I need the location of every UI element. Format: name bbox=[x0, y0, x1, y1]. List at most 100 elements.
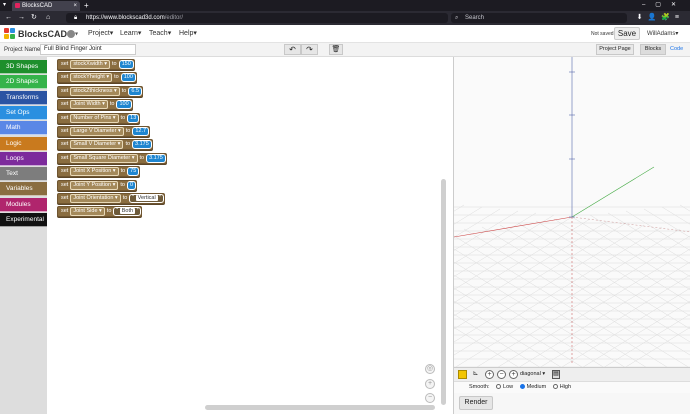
category-loops[interactable]: Loops bbox=[0, 151, 47, 166]
block-to-label: to bbox=[120, 114, 126, 121]
category-text[interactable]: Text bbox=[0, 167, 47, 182]
user-name: WillAdams bbox=[647, 31, 676, 37]
variable-dropdown[interactable]: stockYheight ▾ bbox=[70, 73, 113, 83]
category-3d-shapes[interactable]: 3D Shapes bbox=[0, 60, 47, 74]
variable-dropdown[interactable]: Number of Pins ▾ bbox=[70, 113, 119, 123]
set-variable-block[interactable]: set stockXwidth ▾ to 150 bbox=[57, 59, 135, 70]
set-variable-block[interactable]: set Large V Diameter ▾ to 12.7 bbox=[57, 126, 151, 137]
set-variable-block[interactable]: set stockZthickness ▾ to 6.5 bbox=[57, 85, 144, 97]
category-math[interactable]: Math bbox=[0, 121, 47, 136]
variable-dropdown[interactable]: Large V Diameter ▾ bbox=[70, 127, 124, 136]
set-variable-block[interactable]: set Joint Orientation ▾ to “ Vertical ” bbox=[57, 193, 166, 204]
set-variable-block[interactable]: set Joint X Position ▾ to 75 bbox=[57, 166, 141, 178]
toolbar-icons[interactable]: ⬇👤🧩≡ bbox=[637, 12, 684, 24]
variable-dropdown[interactable]: Joint Width ▾ bbox=[70, 100, 108, 110]
tab-code[interactable]: Code bbox=[670, 44, 683, 55]
workspace-horizontal-scrollbar[interactable] bbox=[205, 405, 435, 410]
number-value-block[interactable]: 3.175 bbox=[132, 140, 152, 150]
category-experimental[interactable]: Experimental bbox=[0, 213, 47, 227]
string-value-block[interactable]: “ Both ” bbox=[113, 207, 142, 217]
browser-tab-bar: ▾ BlocksCAD × + ‒▢✕ bbox=[0, 0, 690, 11]
close-tab-icon[interactable]: × bbox=[73, 1, 77, 11]
smooth-high-radio[interactable] bbox=[552, 384, 558, 389]
view-reset-icon[interactable]: + bbox=[509, 370, 518, 379]
new-tab-button[interactable]: + bbox=[84, 0, 89, 11]
block-to-label: to bbox=[106, 208, 112, 215]
3d-viewport[interactable] bbox=[59, 57, 690, 406]
category-modules[interactable]: Modules bbox=[0, 197, 47, 212]
variable-dropdown[interactable]: Joint Y Position ▾ bbox=[70, 180, 119, 190]
home-icon[interactable]: ⌂ bbox=[46, 12, 50, 24]
string-value-text[interactable]: Vertical bbox=[135, 195, 158, 201]
number-value-block[interactable]: 100 bbox=[120, 73, 136, 83]
number-value-block[interactable]: 150 bbox=[118, 60, 134, 69]
variable-dropdown[interactable]: Small V Diameter ▾ bbox=[70, 140, 124, 150]
category-set-ops[interactable]: Set Ops bbox=[0, 105, 47, 120]
project-page-button[interactable]: Project Page bbox=[596, 44, 634, 55]
menu-help[interactable]: Help▾ bbox=[179, 29, 197, 39]
zoom-out-icon[interactable]: − bbox=[425, 393, 435, 403]
user-menu[interactable]: WillAdams▾ bbox=[647, 29, 678, 39]
smooth-medium-label: Medium bbox=[526, 384, 547, 390]
number-value-block[interactable]: 13 bbox=[127, 113, 140, 123]
menu-teach[interactable]: Teach▾ bbox=[149, 29, 171, 39]
set-variable-block[interactable]: set Joint Y Position ▾ to 0 bbox=[57, 179, 138, 191]
variable-dropdown[interactable]: stockZthickness ▾ bbox=[70, 86, 120, 96]
number-value-block[interactable]: 6.5 bbox=[128, 86, 143, 96]
render-button[interactable]: Render bbox=[459, 396, 493, 410]
zoom-reset-icon[interactable]: ◎ bbox=[425, 364, 435, 374]
language-selector[interactable]: ▾ bbox=[67, 30, 78, 38]
view-select[interactable]: diagonal ▾ bbox=[520, 370, 545, 379]
search-bar[interactable]: ⌕ Search bbox=[451, 13, 627, 23]
menu-learn[interactable]: Learn▾ bbox=[120, 29, 141, 39]
variable-dropdown[interactable]: Small Square Diameter ▾ bbox=[70, 153, 138, 163]
variable-dropdown[interactable]: Joint Side ▾ bbox=[70, 207, 105, 217]
trash-button[interactable]: 🗑︎ bbox=[329, 44, 343, 55]
redo-button[interactable]: ↷ bbox=[301, 44, 318, 55]
variable-dropdown[interactable]: Joint Orientation ▾ bbox=[70, 194, 121, 203]
undo-button[interactable]: ↶ bbox=[284, 44, 301, 55]
browser-tab[interactable]: BlocksCAD × bbox=[12, 1, 80, 11]
project-name-input[interactable]: Full Blind Finger Joint bbox=[40, 44, 136, 55]
string-value-text[interactable]: Both bbox=[119, 208, 136, 215]
set-variable-block[interactable]: set Small Square Diameter ▾ to 3.175 bbox=[57, 152, 167, 164]
zoom-in-render-icon[interactable]: + bbox=[485, 370, 494, 379]
variable-dropdown[interactable]: Joint X Position ▾ bbox=[70, 167, 119, 177]
string-value-block[interactable]: “ Vertical ” bbox=[129, 194, 165, 203]
menu-help-label: Help bbox=[179, 30, 194, 37]
back-icon[interactable]: ← bbox=[5, 12, 12, 24]
workspace-vertical-scrollbar[interactable] bbox=[441, 179, 446, 405]
number-value-block[interactable]: 12.7 bbox=[132, 127, 150, 136]
number-value-block[interactable]: 0 bbox=[126, 180, 137, 190]
forward-icon[interactable]: → bbox=[18, 12, 25, 24]
smooth-medium-radio[interactable] bbox=[519, 384, 525, 389]
category-variables[interactable]: Variables bbox=[0, 182, 47, 197]
smooth-low-radio[interactable] bbox=[496, 384, 502, 389]
set-variable-block[interactable]: set Small V Diameter ▾ to 3.175 bbox=[57, 139, 153, 151]
axes-icon[interactable]: ⊾ bbox=[471, 370, 480, 379]
menu-project[interactable]: Project▾ bbox=[88, 29, 113, 39]
url-bar[interactable]: 🔒︎ https://www.blockscad3d.com/editor/ bbox=[66, 13, 448, 23]
zoom-out-render-icon[interactable]: − bbox=[497, 370, 506, 379]
save-button[interactable]: Save bbox=[614, 27, 640, 40]
variable-name: stockZthickness bbox=[73, 87, 113, 94]
number-value-block[interactable]: 100 bbox=[116, 100, 132, 110]
set-variable-block[interactable]: set Joint Side ▾ to “ Both ” bbox=[57, 206, 143, 218]
reload-icon[interactable]: ↻ bbox=[31, 12, 37, 24]
blocks-workspace[interactable]: set stockXwidth ▾ to 150 set stockYheight ▾ to… bbox=[47, 57, 453, 414]
zoom-in-icon[interactable]: + bbox=[425, 379, 435, 389]
tab-blocks[interactable]: Blocks bbox=[640, 44, 666, 55]
category-logic[interactable]: Logic bbox=[0, 136, 47, 151]
number-value-block[interactable]: 75 bbox=[127, 167, 140, 177]
camera-icon[interactable]: ▤ bbox=[552, 370, 560, 379]
set-variable-block[interactable]: set stockYheight ▾ to 100 bbox=[57, 72, 137, 84]
variable-dropdown[interactable]: stockXwidth ▾ bbox=[70, 60, 110, 69]
category-transforms[interactable]: Transforms bbox=[0, 90, 47, 105]
window-controls[interactable]: ‒▢✕ bbox=[642, 0, 686, 11]
set-variable-block[interactable]: set Number of Pins ▾ to 13 bbox=[57, 112, 141, 124]
tab-list-icon[interactable]: ▾ bbox=[3, 0, 6, 11]
category-2d-shapes[interactable]: 2D Shapes bbox=[0, 75, 47, 90]
number-value-block[interactable]: 3.175 bbox=[146, 153, 166, 163]
color-swatch[interactable] bbox=[458, 370, 467, 379]
set-variable-block[interactable]: set Joint Width ▾ to 100 bbox=[57, 99, 133, 111]
